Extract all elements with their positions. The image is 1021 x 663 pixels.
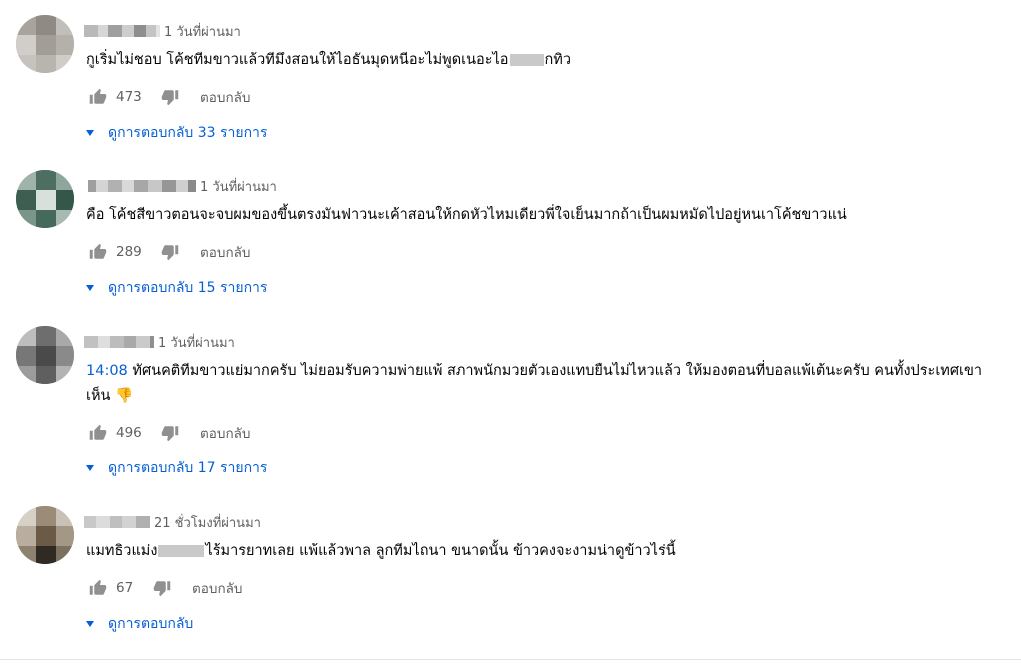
comment-actions: 473 ตอบกลับ [88, 86, 250, 108]
comment-text-part: แมทธิวแม่ง [86, 543, 158, 559]
comment-text-part: ทัศนคติทีมขาวแย่มากครับ ไม่ยอมรับความพ่า… [86, 363, 983, 404]
comment-time[interactable]: 1 วันที่ผ่านมา [164, 21, 241, 42]
view-replies-button[interactable]: ดูการตอบกลับ 15 รายการ [86, 277, 267, 299]
dislike-icon[interactable] [160, 242, 180, 262]
like-icon[interactable] [88, 423, 108, 443]
comment-text-part: ไร้มารยาทเลย แพ้แล้วพาล ลูกทีมไถนา ขนาดน… [205, 543, 676, 559]
like-icon[interactable] [88, 87, 108, 107]
caret-down-icon [86, 130, 94, 136]
comment-header: 1 วันที่ผ่านมา [84, 21, 241, 41]
avatar[interactable] [16, 326, 74, 384]
comment-time[interactable]: 1 วันที่ผ่านมา [158, 332, 235, 353]
reply-button[interactable]: ตอบกลับ [200, 86, 250, 108]
view-replies-button[interactable]: ดูการตอบกลับ 17 รายการ [86, 457, 267, 479]
view-replies-button[interactable]: ดูการตอบกลับ [86, 613, 193, 635]
comment-header: 21 ชั่วโมงที่ผ่านมา [84, 512, 261, 532]
avatar[interactable] [16, 170, 74, 228]
reply-button[interactable]: ตอบกลับ [200, 241, 250, 263]
view-replies-label: ดูการตอบกลับ 15 รายการ [108, 280, 268, 296]
reply-button[interactable]: ตอบกลับ [192, 577, 242, 599]
dislike-icon[interactable] [160, 87, 180, 107]
comment-time[interactable]: 21 ชั่วโมงที่ผ่านมา [154, 512, 261, 533]
avatar[interactable] [16, 506, 74, 564]
dislike-icon[interactable] [160, 423, 180, 443]
view-replies-label: ดูการตอบกลับ [108, 616, 194, 632]
comment-header: 1 วันที่ผ่านมา [84, 176, 277, 196]
like-icon[interactable] [88, 578, 108, 598]
redacted-word [158, 545, 205, 557]
comment-text: แมทธิวแม่ง ไร้มารยาทเลย แพ้แล้วพาล ลูกทีม… [86, 539, 1006, 564]
thumbs-down-emoji: 👎 [115, 388, 134, 404]
comment-text-part: กทิว [544, 52, 571, 68]
view-replies-button[interactable]: ดูการตอบกลับ 33 รายการ [86, 122, 267, 144]
comment-actions: 289 ตอบกลับ [88, 241, 250, 263]
caret-down-icon [86, 621, 94, 627]
redacted-word [509, 54, 544, 66]
reply-button[interactable]: ตอบกลับ [200, 422, 250, 444]
view-replies-label: ดูการตอบกลับ 33 รายการ [108, 125, 268, 141]
like-count: 67 [116, 580, 134, 596]
comment-text: กูเริ่มไม่ชอบ โค้ชทีมขาวแล้วทีมึงสอนให้ไ… [86, 48, 1006, 73]
caret-down-icon [86, 285, 94, 291]
view-replies-label: ดูการตอบกลับ 17 รายการ [108, 460, 268, 476]
comment-actions: 67 ตอบกลับ [88, 577, 242, 599]
like-count: 496 [116, 425, 142, 441]
divider [0, 659, 1021, 660]
like-icon[interactable] [88, 242, 108, 262]
dislike-icon[interactable] [152, 578, 172, 598]
like-count: 473 [116, 89, 142, 105]
timestamp-link[interactable]: 14:08 [86, 363, 128, 379]
avatar[interactable] [16, 15, 74, 73]
comment-header: 1 วันที่ผ่านมา [84, 332, 235, 352]
comment-actions: 496 ตอบกลับ [88, 422, 250, 444]
comment-text-part: กูเริ่มไม่ชอบ โค้ชทีมขาวแล้วทีมึงสอนให้ไ… [86, 52, 509, 68]
like-count: 289 [116, 244, 142, 260]
comment-text: 14:08 ทัศนคติทีมขาวแย่มากครับ ไม่ยอมรับค… [86, 359, 1006, 409]
comment-text: คือ โค้ชสีขาวตอนจะจบผมของขึ้นตรงมันฟาวนะ… [86, 207, 847, 223]
author-name-redacted[interactable] [84, 25, 160, 37]
author-name-redacted[interactable] [84, 516, 150, 528]
caret-down-icon [86, 465, 94, 471]
comment-time[interactable]: 1 วันที่ผ่านมา [200, 176, 277, 197]
author-name-redacted[interactable] [84, 336, 154, 348]
author-name-redacted[interactable] [88, 180, 196, 192]
